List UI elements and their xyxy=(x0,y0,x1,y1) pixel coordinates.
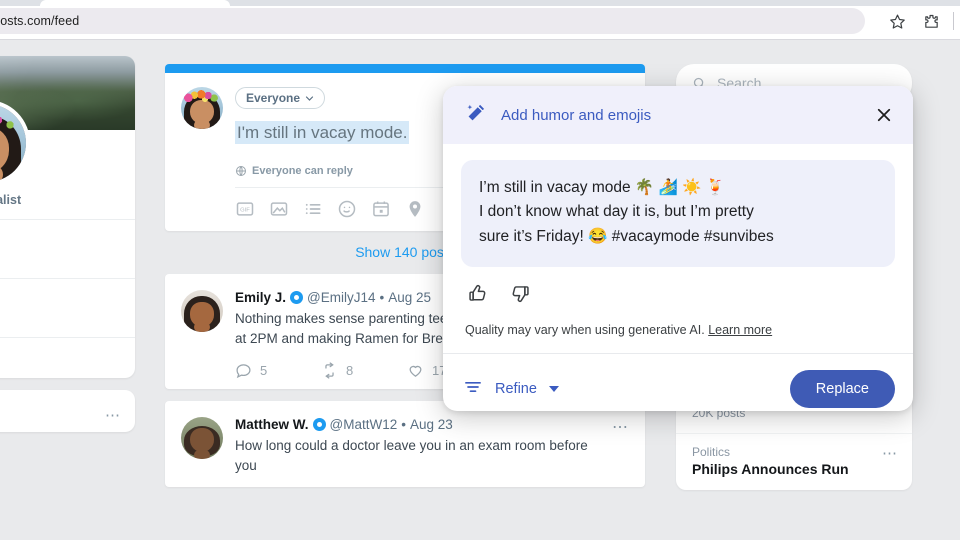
repost-icon xyxy=(321,362,338,379)
avatar[interactable] xyxy=(181,87,223,129)
stat-value: 239 xyxy=(0,248,121,266)
refine-button[interactable]: Refine xyxy=(463,377,559,401)
more-horizontal-icon[interactable]: ⋯ xyxy=(882,444,898,462)
verified-badge-icon xyxy=(290,291,303,304)
avatar[interactable] xyxy=(181,290,223,332)
post-separator: • xyxy=(401,417,406,432)
close-icon[interactable] xyxy=(871,102,897,128)
post-date: Aug 23 xyxy=(410,417,453,432)
magic-wand-sparkle-icon xyxy=(465,102,487,129)
more-horizontal-icon[interactable]: ⋯ xyxy=(105,406,121,424)
list-item[interactable]: Politics Philips Announces Run ⋯ xyxy=(676,433,912,490)
tune-filter-icon xyxy=(463,377,483,401)
refine-label: Refine xyxy=(495,381,537,397)
chevron-down-icon xyxy=(305,94,314,103)
show-more-posts-label: Show 140 posts xyxy=(355,244,455,260)
compose-textarea[interactable]: I'm still in vacay mode. xyxy=(235,121,409,144)
emoji-icon[interactable] xyxy=(337,199,357,219)
thumbs-up-icon[interactable] xyxy=(467,283,488,309)
thumbs-down-icon[interactable] xyxy=(510,283,531,309)
like-heart-icon xyxy=(407,362,424,379)
page-canvas: oby B. on Specialist lowing 239 lowers 3… xyxy=(0,40,960,540)
poll-list-icon[interactable] xyxy=(303,199,323,219)
avatar[interactable] xyxy=(0,100,30,186)
replace-button[interactable]: Replace xyxy=(790,370,895,408)
post-handle[interactable]: @MattW12 xyxy=(330,417,398,432)
post-body: How long could a doctor leave you in an … xyxy=(235,436,600,477)
ai-dialog-header: Add humor and emojis xyxy=(443,86,913,144)
ai-suggestion-line-2: I don’t know what day it is, but I’m pre… xyxy=(479,200,877,224)
image-icon[interactable] xyxy=(269,199,289,219)
repost-count: 8 xyxy=(346,363,353,378)
post-header: Matthew W. @MattW12 • Aug 23 xyxy=(235,417,600,432)
avatar[interactable] xyxy=(181,417,223,459)
post-author: Matthew W. xyxy=(235,417,309,432)
compose-accent-bar xyxy=(165,64,645,73)
profile-subtitle: on Specialist xyxy=(0,193,121,207)
ai-dialog-title: Add humor and emojis xyxy=(501,107,857,124)
browser-chrome: cialposts.com/feed xyxy=(0,0,960,40)
audience-selector[interactable]: Everyone xyxy=(235,87,325,109)
ai-assist-dialog: Add humor and emojis I’m still in vacay … xyxy=(443,86,913,411)
trend-category: Politics xyxy=(692,445,896,459)
view-profile-link[interactable]: w profile xyxy=(0,337,135,378)
globe-icon xyxy=(235,165,247,177)
stat-followers[interactable]: lowers 345 xyxy=(0,278,135,337)
ai-suggestion-line-1: I’m still in vacay mode 🌴 🏄 ☀️ 🍹 xyxy=(479,176,877,200)
profile-card: oby B. on Specialist lowing 239 lowers 3… xyxy=(0,56,135,378)
stat-label: lowers xyxy=(0,290,121,305)
schedule-calendar-icon[interactable] xyxy=(371,199,391,219)
post-separator: • xyxy=(380,290,385,305)
more-horizontal-icon[interactable]: ⋯ xyxy=(612,417,629,437)
stat-label: lowing xyxy=(0,231,121,246)
gif-icon[interactable]: GIF xyxy=(235,199,255,219)
ai-dialog-footer: Refine Replace xyxy=(443,353,913,411)
address-bar-url: cialposts.com/feed xyxy=(0,14,79,28)
browser-tab[interactable] xyxy=(40,0,230,6)
location-pin-icon[interactable] xyxy=(405,199,425,219)
post-date: Aug 25 xyxy=(388,290,431,305)
ai-suggestion-line-3: sure it’s Friday! 😂 #vacaymode #sunvibes xyxy=(479,225,877,249)
chrome-actions xyxy=(885,8,960,34)
audience-label: Everyone xyxy=(246,91,300,105)
learn-more-link[interactable]: Learn more xyxy=(708,323,772,337)
stat-value: 345 xyxy=(0,307,121,325)
repost-button[interactable]: 8 xyxy=(321,362,407,379)
left-sidebar: oby B. on Specialist lowing 239 lowers 3… xyxy=(0,56,135,432)
table-row: Matthew W. @MattW12 • Aug 23 How long co… xyxy=(165,401,645,487)
suggestions-card: ons ⋯ xyxy=(0,390,135,432)
ai-feedback-controls xyxy=(461,267,895,309)
chrome-divider xyxy=(953,12,954,30)
reply-button[interactable]: 5 xyxy=(235,362,321,379)
ai-disclaimer: Quality may vary when using generative A… xyxy=(461,309,895,353)
ai-disclaimer-text: Quality may vary when using generative A… xyxy=(465,323,705,337)
tab-strip xyxy=(0,0,960,6)
reply-icon xyxy=(235,362,252,379)
stat-following[interactable]: lowing 239 xyxy=(0,219,135,278)
svg-text:GIF: GIF xyxy=(240,207,250,213)
post-author: Emily J. xyxy=(235,290,286,305)
reply-count: 5 xyxy=(260,363,267,378)
verified-badge-icon xyxy=(313,418,326,431)
trend-name: Philips Announces Run xyxy=(692,461,896,477)
caret-down-icon xyxy=(549,386,559,392)
address-bar[interactable]: cialposts.com/feed xyxy=(0,8,865,34)
reply-scope-label: Everyone can reply xyxy=(252,165,353,177)
screen: cialposts.com/feed xyxy=(0,0,960,540)
star-icon[interactable] xyxy=(885,9,909,33)
post-handle[interactable]: @EmilyJ14 xyxy=(307,290,375,305)
ai-suggestion-text: I’m still in vacay mode 🌴 🏄 ☀️ 🍹 I don’t… xyxy=(461,160,895,267)
puzzle-piece-icon[interactable] xyxy=(919,9,943,33)
